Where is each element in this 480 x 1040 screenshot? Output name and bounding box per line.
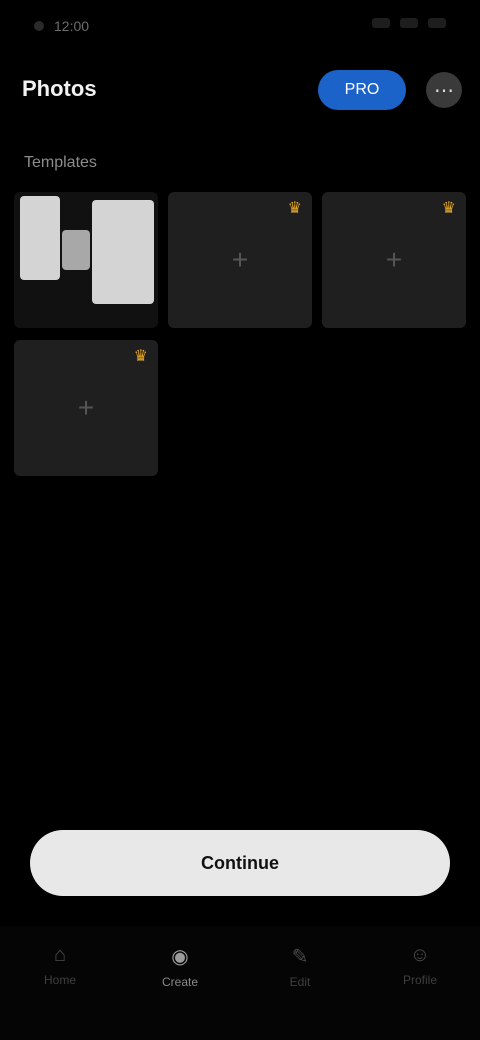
header: Photos PRO ⋯ [0,62,480,122]
wifi-icon [400,18,418,28]
create-icon: ◉ [171,946,189,968]
signal-icon [372,18,390,28]
nav-label: Edit [289,975,311,989]
template-card-photo[interactable] [14,192,158,328]
nav-item-home[interactable]: ⌂ Home [15,944,105,987]
template-card-empty[interactable]: ♛ + [322,192,466,328]
add-icon: + [231,244,249,275]
photo-figure-mid [62,230,90,270]
home-icon: ⌂ [53,944,67,966]
page-title: Photos [22,76,97,101]
nav-label: Create [161,975,199,989]
edit-icon: ✎ [291,946,309,968]
nav-item-profile[interactable]: ☺ Profile [375,944,465,987]
nav-label: Profile [402,973,437,987]
nav-item-create[interactable]: ◉ Create [135,944,225,989]
status-time: 12:00 [54,18,90,34]
template-card-empty[interactable]: ♛ + [168,192,312,328]
bottom-nav: ⌂ Home ◉ Create ✎ Edit ☺ Profile [0,926,480,1040]
nav-item-edit[interactable]: ✎ Edit [255,944,345,989]
pro-button[interactable]: PRO [318,70,406,110]
status-dot-icon [34,21,44,31]
battery-icon [428,18,446,28]
profile-icon: ☺ [409,944,431,966]
add-icon: + [77,392,95,423]
nav-label: Home [43,973,76,987]
add-icon: + [385,244,403,275]
template-card-empty[interactable]: ♛ + [14,340,158,476]
photo-figure-left [20,196,60,280]
more-icon[interactable]: ⋯ [426,72,462,108]
photo-figure-right [92,200,154,304]
status-left: 12:00 [34,18,89,34]
section-label: Templates [24,154,97,171]
continue-button[interactable]: Continue [30,830,450,896]
status-bar: 12:00 [0,0,480,56]
status-indicators [372,18,446,28]
